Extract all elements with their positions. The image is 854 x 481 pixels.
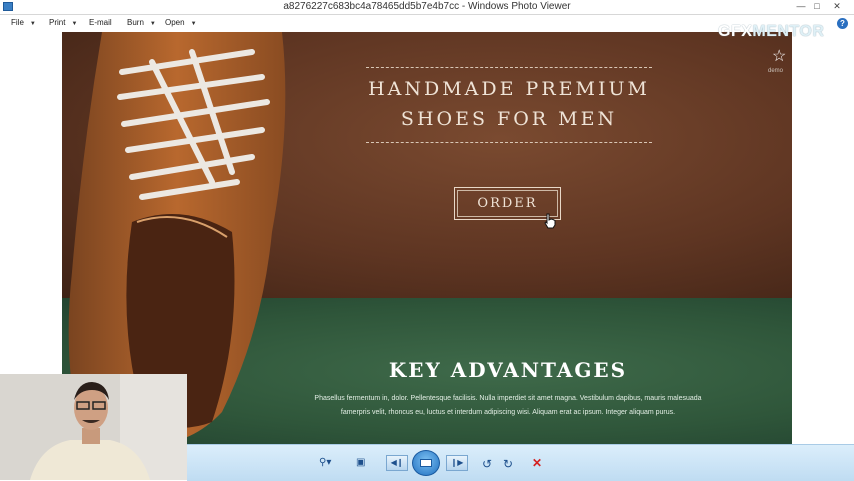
divider — [366, 142, 652, 144]
headline-line-2: SHOES FOR MEN — [400, 108, 618, 130]
window-title: a8276227c683bc4a78465dd5b7e4b7cc - Windo… — [283, 1, 571, 12]
actual-size-icon[interactable]: ▣ — [356, 457, 365, 468]
headline-line-1: HANDMADE PREMIUM — [368, 78, 650, 100]
menu-file[interactable]: File ▼ — [11, 18, 36, 27]
gfxmentor-logo: GFXMENTOR — [718, 23, 824, 41]
menu-print-label: Print — [49, 18, 66, 27]
chevron-down-icon: ▼ — [29, 21, 36, 27]
menu-file-label: File — [11, 18, 24, 27]
help-icon[interactable]: ? — [837, 18, 848, 29]
advantages-line-1: Phasellus fermentum in, dolor. Pellentes… — [314, 395, 702, 402]
star-icon: ☆ — [772, 48, 787, 65]
menu-open[interactable]: Open ▼ — [165, 18, 197, 27]
magnifier-icon[interactable]: ⚲▾ — [319, 457, 331, 468]
favorite-area: ☆ demo — [768, 46, 792, 78]
menu-open-label: Open — [165, 18, 185, 27]
minimize-button[interactable]: — — [794, 0, 808, 13]
advantages-line-2: famerpris velit, rhoncus eu, luctus et i… — [340, 409, 676, 416]
advantages-text: Phasellus fermentum in, dolor. Pellentes… — [282, 392, 734, 420]
rotate-counterclockwise-icon[interactable]: ↺ — [482, 457, 492, 471]
slideshow-icon[interactable] — [412, 450, 440, 476]
order-button-label: ORDER — [477, 196, 538, 211]
close-button[interactable]: ✕ — [830, 0, 844, 13]
logo-gfx: GFX — [718, 23, 753, 40]
divider — [366, 67, 652, 69]
hand-cursor-icon — [544, 213, 556, 229]
menu-email-label: E-mail — [89, 18, 112, 27]
previous-icon[interactable]: ◀❙ — [386, 455, 408, 471]
title-bar: a8276227c683bc4a78465dd5b7e4b7cc - Windo… — [0, 0, 854, 15]
delete-icon[interactable]: ✕ — [532, 456, 542, 470]
chevron-down-icon: ▼ — [149, 21, 156, 27]
headline-block: HANDMADE PREMIUM SHOES FOR MEN — [362, 64, 656, 148]
menu-burn[interactable]: Burn ▼ — [127, 18, 156, 27]
rotate-clockwise-icon[interactable]: ↻ — [503, 457, 513, 471]
menu-email[interactable]: E-mail — [89, 18, 112, 27]
logo-mentor: MENTOR — [752, 23, 825, 40]
webcam-overlay — [0, 374, 187, 480]
next-icon[interactable]: ❙▶ — [446, 455, 468, 471]
menu-burn-label: Burn — [127, 18, 144, 27]
advantages-title: KEY ADVANTAGES — [388, 358, 628, 382]
demo-label: demo — [768, 68, 784, 74]
menu-print[interactable]: Print ▼ — [49, 18, 77, 27]
viewer-toolbar — [187, 444, 854, 481]
maximize-button[interactable]: □ — [810, 0, 824, 13]
chevron-down-icon: ▼ — [190, 21, 197, 27]
slideshow-screen — [420, 459, 432, 467]
chevron-down-icon: ▼ — [71, 21, 78, 27]
